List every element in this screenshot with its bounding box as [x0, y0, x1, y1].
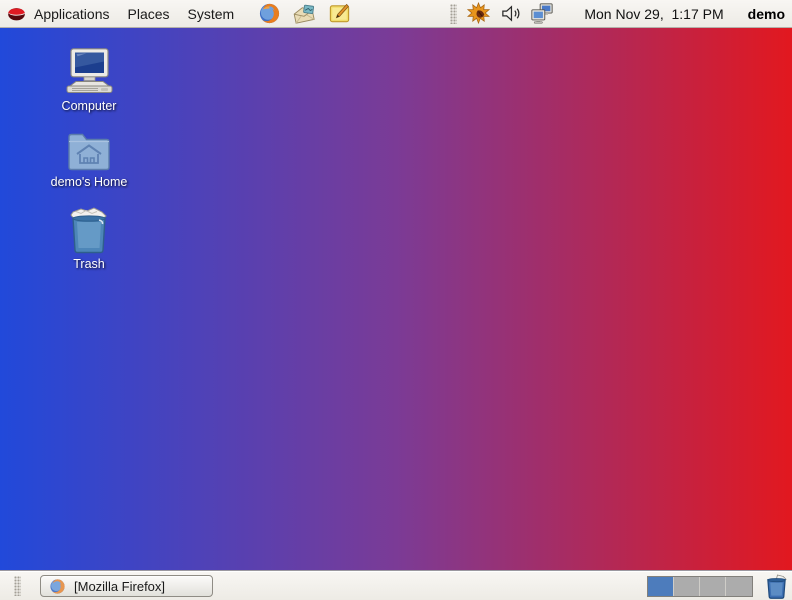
desktop-icon-trash[interactable]: Trash — [67, 206, 111, 271]
workspace-cell[interactable] — [700, 577, 726, 596]
clock-applet[interactable]: Mon Nov 29, 1:17 PM — [584, 6, 723, 22]
applications-menu[interactable]: Applications — [0, 0, 119, 28]
network-tray[interactable] — [530, 2, 554, 26]
desktop-icon-column: Computer demo's Home — [40, 48, 138, 271]
workspace-switcher — [647, 576, 753, 597]
trash-icon — [67, 206, 111, 254]
home-folder-icon — [66, 130, 112, 172]
desktop-icon-computer[interactable]: Computer — [62, 48, 117, 113]
trash-applet[interactable] — [764, 573, 788, 599]
firefox-icon — [49, 578, 66, 595]
note-launcher[interactable] — [327, 2, 351, 26]
top-panel: Applications Places System — [0, 0, 792, 28]
desktop-icon-label: Trash — [73, 257, 105, 271]
window-list-drag-handle[interactable] — [14, 576, 21, 596]
email-launcher[interactable] — [292, 2, 316, 26]
bottom-right-widgets — [647, 573, 792, 599]
applications-menu-label: Applications — [34, 6, 110, 22]
panel-launchers — [257, 2, 351, 26]
user-switcher-applet[interactable]: demo — [748, 6, 785, 22]
tray-area: Mon Nov 29, 1:17 PM demo — [445, 0, 792, 28]
taskbar-button-firefox[interactable]: [Mozilla Firefox] — [40, 575, 213, 597]
desktop-screen: Applications Places System — [0, 0, 792, 600]
tray-drag-handle[interactable] — [450, 4, 457, 24]
workspace-cell[interactable] — [726, 577, 752, 596]
network-icon — [530, 2, 554, 25]
volume-icon — [500, 3, 521, 24]
system-menu-label: System — [188, 6, 235, 22]
computer-icon — [62, 48, 116, 96]
desktop-icon-label: Computer — [62, 99, 117, 113]
update-alert-icon — [467, 2, 490, 25]
places-menu-label: Places — [128, 6, 170, 22]
desktop-icon-label: demo's Home — [51, 175, 128, 189]
email-icon — [292, 3, 316, 25]
bottom-panel: [Mozilla Firefox] — [0, 571, 792, 600]
note-icon — [328, 2, 351, 25]
update-alert-tray[interactable] — [466, 2, 490, 26]
workspace-cell[interactable] — [674, 577, 700, 596]
redhat-logo-icon — [6, 2, 27, 26]
system-menu[interactable]: System — [179, 0, 244, 28]
desktop: Computer demo's Home — [0, 28, 792, 571]
taskbar-button-label: [Mozilla Firefox] — [74, 579, 165, 594]
firefox-launcher[interactable] — [257, 2, 281, 26]
places-menu[interactable]: Places — [119, 0, 179, 28]
desktop-icon-home[interactable]: demo's Home — [51, 130, 128, 189]
workspace-cell[interactable] — [648, 577, 674, 596]
volume-tray[interactable] — [498, 2, 522, 26]
trash-applet-icon — [765, 574, 788, 599]
firefox-icon — [258, 2, 281, 25]
